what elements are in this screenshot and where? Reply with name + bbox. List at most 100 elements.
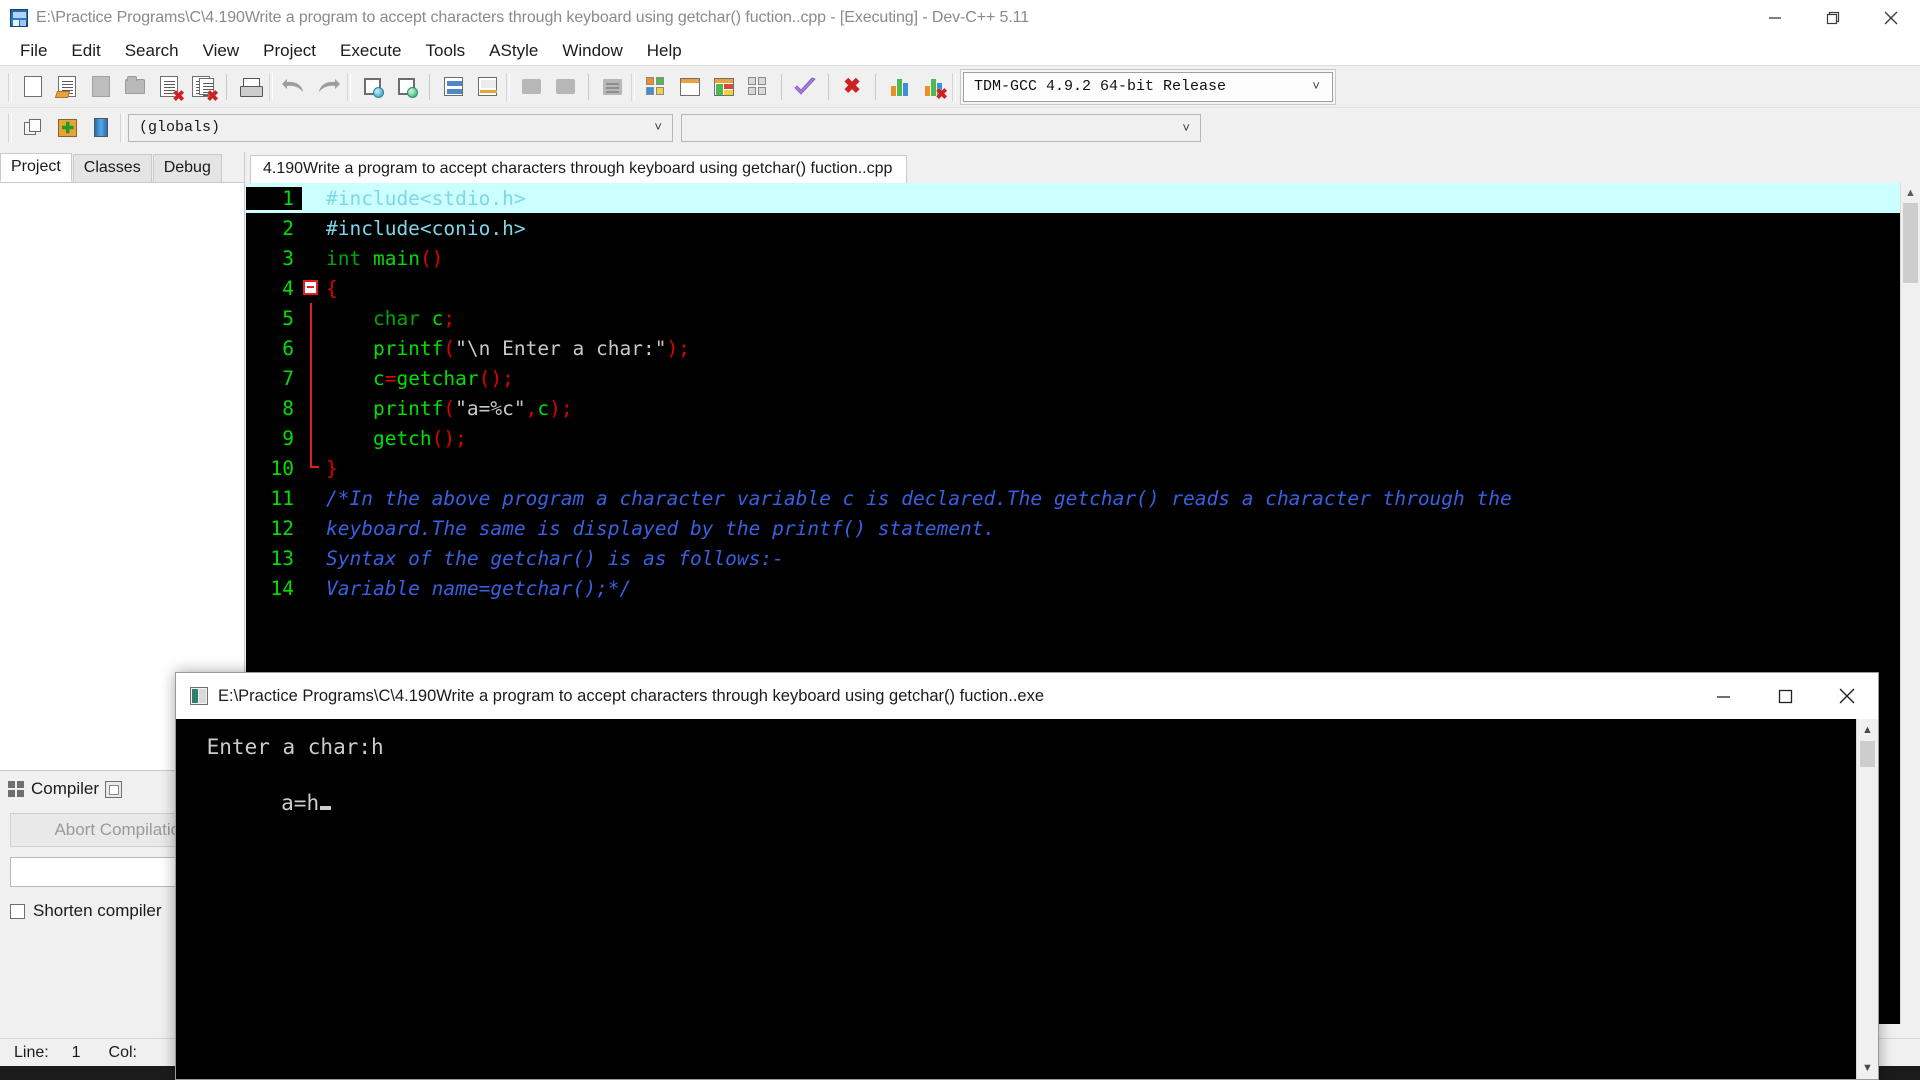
console-vertical-scrollbar[interactable]: ▲ ▼ [1856,719,1878,1079]
toolbar-grip-6[interactable] [952,72,956,101]
profile-icon[interactable] [884,72,914,102]
toggle-bookmark-icon[interactable]: ✚ [52,113,82,143]
save-all-icon[interactable] [120,72,150,102]
todo-list-icon[interactable] [597,72,627,102]
menu-astyle[interactable]: AStyle [477,39,550,63]
back-icon[interactable] [516,72,546,102]
menu-tools[interactable]: Tools [413,39,477,63]
menu-search[interactable]: Search [113,39,191,63]
code-line[interactable]: 11 /*In the above program a character var… [246,483,1920,513]
editor-tab[interactable]: 4.190Write a program to accept character… [250,155,908,183]
close-all-icon[interactable]: ✖ [188,72,219,104]
menu-project[interactable]: Project [251,39,328,63]
save-file-icon[interactable] [86,72,116,102]
find-icon[interactable] [357,72,387,102]
goto-function-icon[interactable] [472,72,502,102]
console-scroll-track[interactable] [1857,767,1878,1057]
console-scroll-up-icon[interactable]: ▲ [1857,719,1878,741]
undo-icon[interactable] [279,72,309,102]
code-text: printf("\n Enter a char:"); [326,336,690,360]
dev-cpp-ide-window: E:\Practice Programs\C\4.190Write a prog… [0,0,1920,1080]
tab-debug[interactable]: Debug [152,154,222,182]
code-line[interactable]: 1 #include<stdio.h> [246,183,1920,213]
compile-and-run-icon[interactable] [709,72,739,102]
menu-file[interactable]: File [8,39,59,63]
line-number: 13 [270,546,294,570]
open-file-icon[interactable] [52,72,82,102]
code-line[interactable]: 5 char c; [246,303,1920,333]
shorten-compiler-label: Shorten compiler [33,901,162,920]
editor-vertical-scrollbar[interactable]: ▲ [1900,183,1920,1024]
member-combo[interactable]: ˅ [681,113,1201,142]
menu-view[interactable]: View [191,39,252,63]
toolbar-grip-2[interactable] [269,72,273,101]
syntax-check-icon[interactable] [790,72,820,102]
new-file-icon[interactable] [18,72,48,102]
tab-project[interactable]: Project [0,153,72,182]
code-line[interactable]: 10} [246,453,1920,483]
compiler-set-combo[interactable]: TDM-GCC 4.9.2 64-bit Release ˅ [960,68,1336,105]
print-icon[interactable] [235,72,265,102]
console-maximize-button[interactable] [1754,673,1816,719]
console-output[interactable]: Enter a char:h a=h [176,719,1878,1079]
minimize-button[interactable] [1746,0,1804,36]
code-line[interactable]: 14 Variable name=getchar();*/ [246,573,1920,603]
code-line[interactable]: 6 printf("\n Enter a char:"); [246,333,1920,363]
toolbar-grip[interactable] [8,72,12,101]
scroll-thumb[interactable] [1903,203,1918,283]
forward-icon[interactable] [550,72,580,102]
code-line[interactable]: 8 printf("a=%c",c); [246,393,1920,423]
toolbar-grip-5[interactable] [631,72,635,101]
menu-execute[interactable]: Execute [328,39,413,63]
code-line[interactable]: 9 getch(); [246,423,1920,453]
compile-icon[interactable] [641,72,671,102]
console-close-button[interactable] [1816,673,1878,719]
goto-bookmark-icon[interactable] [86,113,116,143]
code-text: keyboard.The same is displayed by the pr… [326,516,996,540]
tab-classes[interactable]: Classes [72,154,152,182]
toolbar2-grip[interactable] [8,113,12,142]
maximize-button[interactable] [1804,0,1862,36]
code-line[interactable]: 2 #include<conio.h> [246,213,1920,243]
code-line[interactable]: 7 c=getchar(); [246,363,1920,393]
code-text: Variable name=getchar();*/ [326,576,632,600]
code-line[interactable]: 12 keyboard.The same is displayed by the … [246,513,1920,543]
scope-combo[interactable]: (globals) ˅ [128,113,673,142]
console-minimize-button[interactable] [1692,673,1754,719]
console-scroll-down-icon[interactable]: ▼ [1857,1057,1878,1079]
toolbar-separator-5 [828,73,829,100]
compiler-icon [8,780,25,798]
close-file-icon[interactable]: ✖ [154,72,185,104]
rebuild-all-icon[interactable] [743,72,773,102]
code-text: int main() [326,246,444,270]
status-line-label: Line: [14,1043,49,1061]
console-scroll-thumb[interactable] [1860,741,1875,767]
project-panel-tabs: Project Classes Debug [0,152,244,183]
toolbar2-grip-2[interactable] [120,113,124,142]
line-number: 7 [282,366,294,390]
toolbar-grip-4[interactable] [506,72,510,101]
replace-icon[interactable] [391,72,421,102]
menu-window[interactable]: Window [550,39,634,63]
redo-icon[interactable] [313,72,343,102]
menu-edit[interactable]: Edit [59,39,112,63]
insert-snippet-icon[interactable] [18,113,48,143]
close-button[interactable] [1862,0,1920,36]
line-number: 10 [270,456,294,480]
run-icon[interactable] [675,72,705,102]
code-line[interactable]: 4{ [246,273,1920,303]
fold-marker[interactable] [302,273,320,303]
console-window[interactable]: E:\Practice Programs\C\4.190Write a prog… [175,672,1879,1080]
chevron-down-icon: ˅ [654,120,662,135]
toolbar-grip-3[interactable] [347,72,351,101]
scroll-up-icon[interactable]: ▲ [1901,183,1920,203]
code-line[interactable]: 13 Syntax of the getchar() is as follows:… [246,543,1920,573]
line-number: 11 [270,486,294,510]
tab-compiler[interactable]: Compiler [8,779,99,799]
tab-resources[interactable] [105,780,128,798]
delete-profile-icon[interactable]: ✖ [918,72,948,102]
menu-help[interactable]: Help [635,39,694,63]
code-line[interactable]: 3 int main() [246,243,1920,273]
stop-execution-icon[interactable]: ✖ [837,72,867,102]
goto-line-icon[interactable] [438,72,468,102]
